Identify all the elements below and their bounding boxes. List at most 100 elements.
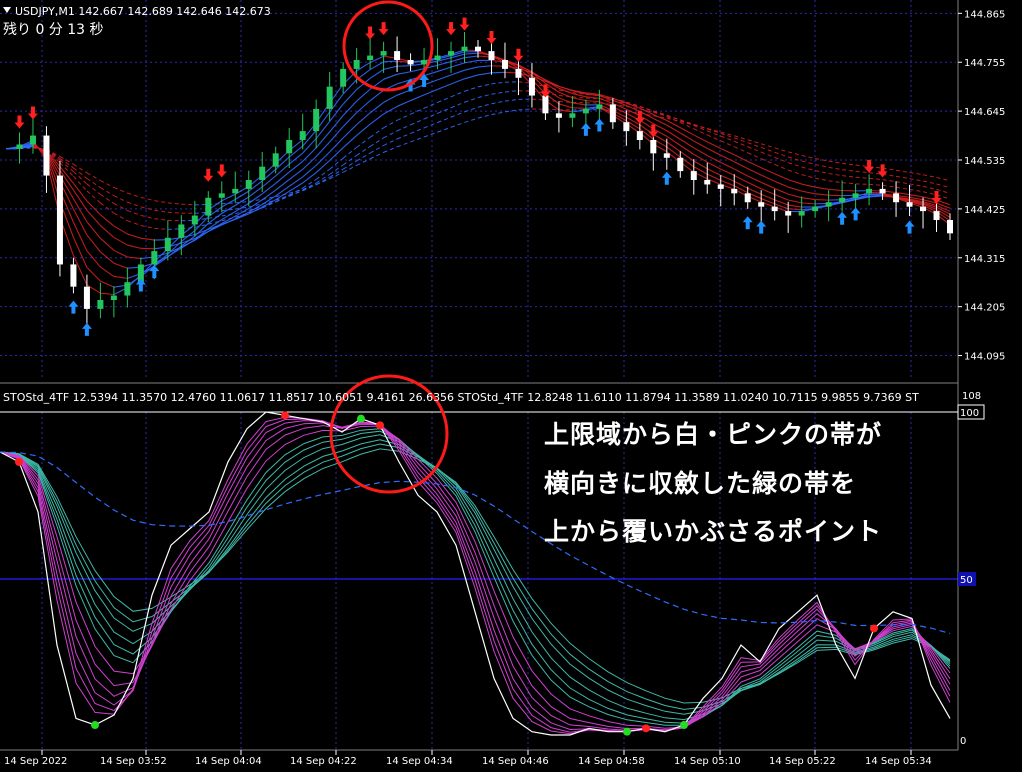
bear-candle bbox=[407, 60, 414, 65]
bull-candle bbox=[286, 140, 293, 154]
bear-candle bbox=[704, 180, 711, 185]
price-tick-label: 144.425 bbox=[964, 205, 1005, 216]
bear-candle bbox=[771, 206, 778, 212]
callout-line-2: 横向きに収斂した緑の帯を bbox=[544, 469, 856, 498]
bear-candle bbox=[56, 175, 63, 265]
sell-signal-dot bbox=[15, 457, 23, 466]
time-tick-label: 14 Sep 03:52 bbox=[100, 756, 167, 767]
buy-signal-dot bbox=[623, 727, 631, 736]
bear-candle bbox=[43, 135, 50, 176]
bull-candle bbox=[326, 86, 333, 109]
bull-candle bbox=[178, 224, 185, 238]
bear-candle bbox=[555, 113, 562, 118]
bear-candle bbox=[933, 211, 940, 220]
indicator-level-top: 108 bbox=[962, 391, 981, 402]
bear-candle bbox=[394, 51, 401, 60]
bear-candle bbox=[609, 104, 616, 123]
price-tick-label: 144.315 bbox=[964, 254, 1005, 265]
bear-candle bbox=[488, 51, 495, 60]
bull-candle bbox=[191, 215, 198, 225]
bull-candle bbox=[16, 144, 23, 149]
bear-candle bbox=[731, 188, 738, 194]
bear-candle bbox=[920, 206, 927, 212]
bear-candle bbox=[515, 68, 522, 78]
bull-candle bbox=[461, 46, 468, 52]
price-tick-label: 144.645 bbox=[964, 107, 1005, 118]
bull-candle bbox=[798, 211, 805, 216]
callout-line-3: 上から覆いかぶさるポイント bbox=[544, 517, 882, 546]
bear-candle bbox=[636, 131, 643, 140]
bull-candle bbox=[866, 188, 873, 194]
bull-candle bbox=[380, 51, 387, 56]
bull-candle bbox=[421, 60, 428, 65]
indicator-level-100: 100 bbox=[960, 408, 979, 419]
bull-candle bbox=[596, 104, 603, 109]
bear-candle bbox=[650, 140, 657, 154]
bull-candle bbox=[218, 193, 225, 198]
bull-candle bbox=[825, 202, 832, 207]
bear-candle bbox=[785, 211, 792, 216]
bull-candle bbox=[313, 108, 320, 132]
buy-signal-dot bbox=[680, 721, 688, 730]
bull-candle bbox=[29, 135, 36, 145]
price-tick-label: 144.095 bbox=[964, 352, 1005, 363]
buy-signal-dot bbox=[91, 721, 99, 730]
time-tick-label: 14 Sep 04:46 bbox=[482, 756, 549, 767]
bear-candle bbox=[623, 122, 630, 132]
bear-candle bbox=[744, 193, 751, 203]
bull-candle bbox=[164, 237, 171, 252]
price-tick-label: 144.535 bbox=[964, 156, 1005, 167]
time-tick-label: 14 Sep 04:34 bbox=[386, 756, 453, 767]
sell-signal-dot bbox=[281, 411, 289, 420]
ribbon-segment bbox=[491, 71, 505, 74]
time-tick-label: 14 Sep 04:04 bbox=[195, 756, 262, 767]
indicator-level-50: 50 bbox=[960, 575, 973, 586]
bear-candle bbox=[879, 188, 886, 194]
indicator-level-0: 0 bbox=[960, 736, 966, 747]
bull-candle bbox=[434, 55, 441, 60]
bull-candle bbox=[272, 153, 279, 167]
time-tick-label: 14 Sep 04:58 bbox=[578, 756, 645, 767]
bull-candle bbox=[124, 282, 131, 296]
bull-candle bbox=[852, 193, 859, 198]
background bbox=[0, 0, 1022, 772]
sell-signal-dot bbox=[642, 724, 650, 733]
bear-candle bbox=[947, 220, 953, 234]
bull-candle bbox=[839, 197, 846, 203]
time-tick-label: 14 Sep 2022 bbox=[4, 756, 67, 767]
bear-candle bbox=[906, 202, 913, 207]
ribbon-segment bbox=[815, 199, 829, 201]
bear-candle bbox=[83, 286, 90, 309]
price-tick-label: 144.755 bbox=[964, 58, 1005, 69]
sell-signal-dot bbox=[376, 421, 384, 430]
bull-candle bbox=[812, 206, 819, 212]
buy-signal-dot bbox=[357, 414, 365, 423]
bear-candle bbox=[542, 95, 549, 114]
bull-candle bbox=[232, 188, 239, 194]
time-tick-label: 14 Sep 05:34 bbox=[865, 756, 932, 767]
bull-candle bbox=[97, 300, 104, 309]
ribbon-segment bbox=[383, 60, 398, 63]
price-tick-label: 144.205 bbox=[964, 303, 1005, 314]
bear-candle bbox=[690, 171, 697, 180]
bull-candle bbox=[151, 251, 158, 265]
bear-candle bbox=[663, 153, 670, 158]
sell-signal-dot bbox=[870, 624, 878, 633]
indicator-label: STOStd_4TF 12.5394 11.3570 12.4760 11.06… bbox=[3, 391, 919, 404]
ribbon-segment bbox=[397, 65, 411, 67]
bull-candle bbox=[259, 166, 266, 180]
bull-candle bbox=[299, 131, 306, 140]
bull-candle bbox=[353, 60, 360, 69]
bull-candle bbox=[569, 113, 576, 118]
bull-candle bbox=[340, 68, 347, 87]
bear-candle bbox=[893, 193, 900, 203]
bear-candle bbox=[677, 157, 684, 172]
bull-candle bbox=[367, 55, 374, 60]
time-tick-label: 14 Sep 05:22 bbox=[769, 756, 836, 767]
bear-candle bbox=[717, 184, 724, 189]
countdown-text: 残り 0 分 13 秒 bbox=[3, 22, 104, 38]
bull-candle bbox=[205, 197, 212, 216]
bear-candle bbox=[528, 77, 535, 96]
bear-candle bbox=[758, 202, 765, 207]
bull-candle bbox=[245, 180, 252, 189]
